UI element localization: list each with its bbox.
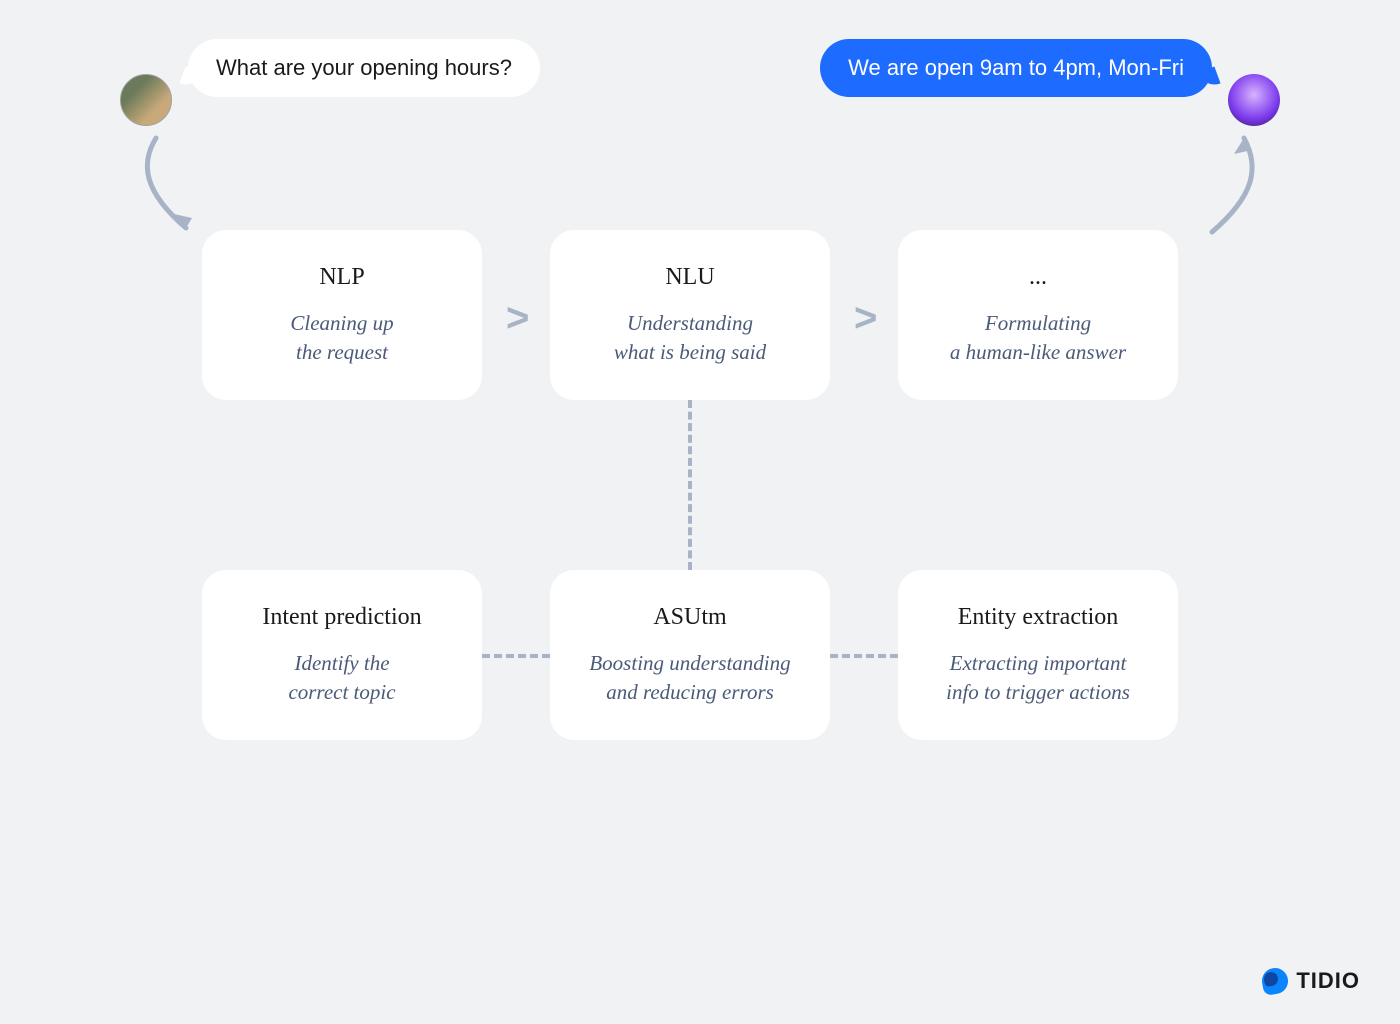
user-message-text: What are your opening hours? xyxy=(216,55,512,80)
user-avatar xyxy=(120,74,172,126)
brand-logo: TIDIO xyxy=(1262,968,1360,994)
brand-logo-icon xyxy=(1262,968,1288,994)
chevron-icon: > xyxy=(506,296,529,341)
diagram-canvas: What are your opening hours? We are open… xyxy=(0,0,1400,1024)
card-asutm-desc: Boosting understandingand reducing error… xyxy=(589,649,790,706)
card-nlu-title: NLU xyxy=(665,264,714,291)
card-nlu: NLU Understandingwhat is being said xyxy=(550,230,830,400)
dashed-connector-right xyxy=(830,654,898,658)
card-asutm-title: ASUtm xyxy=(653,604,726,631)
card-formulate-title: ... xyxy=(1029,264,1047,291)
card-asutm: ASUtm Boosting understandingand reducing… xyxy=(550,570,830,740)
brand-logo-text: TIDIO xyxy=(1296,968,1360,994)
user-message-bubble: What are your opening hours? xyxy=(188,39,540,97)
card-formulate-desc: Formulatinga human-like answer xyxy=(950,309,1126,366)
chevron-icon: > xyxy=(854,296,877,341)
card-entity: Entity extraction Extracting importantin… xyxy=(898,570,1178,740)
card-intent-desc: Identify thecorrect topic xyxy=(288,649,395,706)
dashed-connector-left xyxy=(482,654,550,658)
card-nlp-title: NLP xyxy=(319,264,364,291)
card-nlp-desc: Cleaning upthe request xyxy=(290,309,393,366)
card-formulate: ... Formulatinga human-like answer xyxy=(898,230,1178,400)
card-nlp: NLP Cleaning upthe request xyxy=(202,230,482,400)
bot-message-text: We are open 9am to 4pm, Mon-Fri xyxy=(848,55,1184,80)
card-entity-desc: Extracting importantinfo to trigger acti… xyxy=(946,649,1130,706)
card-entity-title: Entity extraction xyxy=(958,604,1119,631)
arrow-output-icon xyxy=(1154,132,1274,252)
card-nlu-desc: Understandingwhat is being said xyxy=(614,309,766,366)
dashed-connector-vertical xyxy=(688,400,692,570)
bot-message-bubble: We are open 9am to 4pm, Mon-Fri xyxy=(820,39,1212,97)
card-intent: Intent prediction Identify thecorrect to… xyxy=(202,570,482,740)
card-intent-title: Intent prediction xyxy=(262,604,421,631)
bot-avatar xyxy=(1228,74,1280,126)
